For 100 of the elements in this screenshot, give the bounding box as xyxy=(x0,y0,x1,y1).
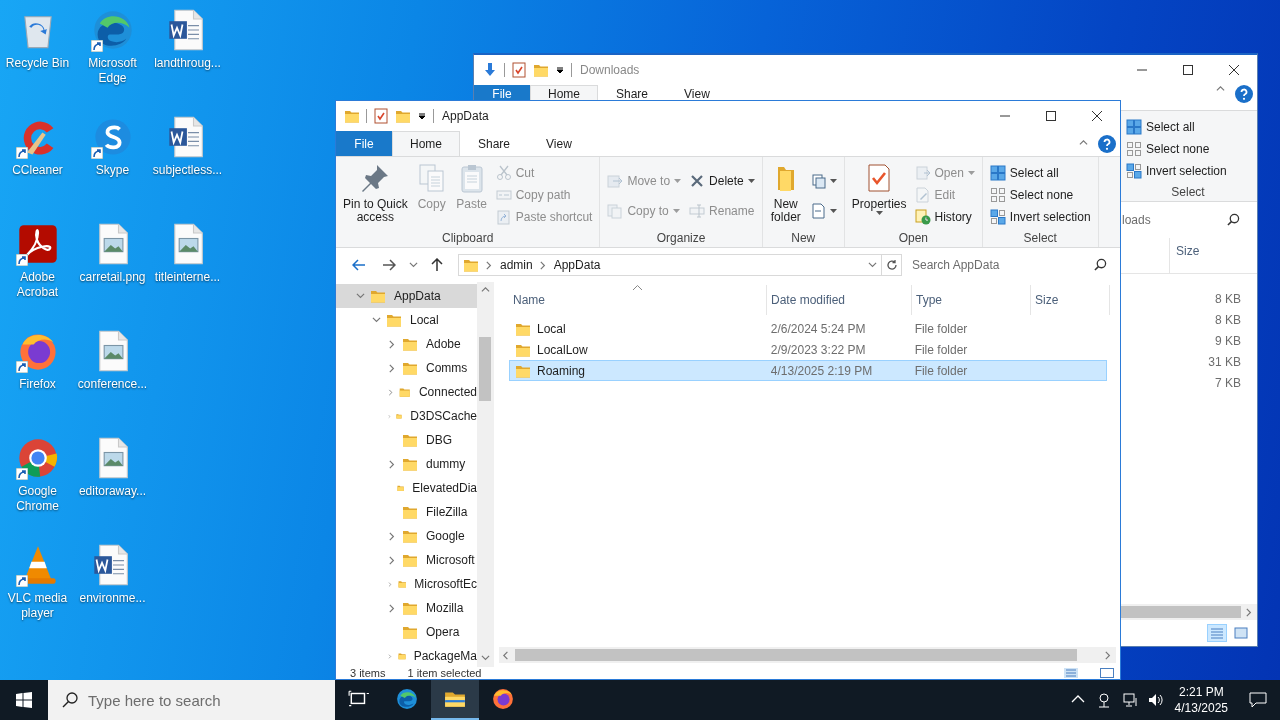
ribbon-button[interactable]: Properties xyxy=(848,160,910,217)
group-label: New xyxy=(790,231,817,247)
tree-item[interactable]: Google xyxy=(336,524,477,548)
clock[interactable]: 2:21 PM 4/13/2025 xyxy=(1166,684,1236,716)
folder-icon xyxy=(402,456,418,472)
forward-arrow-icon xyxy=(382,259,396,271)
tree-item[interactable]: AppData xyxy=(336,284,477,308)
folder-icon xyxy=(370,288,386,304)
ribbon-button[interactable]: Pin to Quick access xyxy=(340,160,411,226)
ribbon-button[interactable]: Delete xyxy=(686,170,758,192)
column-header[interactable]: Size xyxy=(1031,285,1110,315)
icon-label: carretail.png xyxy=(78,270,147,285)
window-title: Downloads xyxy=(580,63,640,77)
tree-item[interactable]: Local xyxy=(336,308,477,332)
folder-icon xyxy=(533,62,549,78)
search-field[interactable]: Search AppData xyxy=(912,254,1114,276)
file-row[interactable]: Roaming 4/13/2025 2:19 PM File folder xyxy=(509,360,1107,381)
tree-item[interactable]: ElevatedDia xyxy=(336,476,477,500)
search-field[interactable]: Type here to search xyxy=(48,680,335,720)
collapse-ribbon-icon xyxy=(1079,139,1088,148)
file-type: File folder xyxy=(914,342,968,357)
chevron-down-icon xyxy=(408,260,418,270)
column-header[interactable]: Name xyxy=(509,285,767,315)
collapse-ribbon-icon xyxy=(1216,85,1225,94)
breadcrumb[interactable]: AppData xyxy=(553,258,601,272)
ribbon-button[interactable]: Invert selection xyxy=(1123,160,1230,182)
icon-label: subjectless... xyxy=(151,163,224,178)
folder-icon xyxy=(395,108,411,124)
column-header[interactable]: Type xyxy=(912,285,1031,315)
breadcrumb-separator-icon xyxy=(485,260,494,270)
folder-icon xyxy=(463,257,479,273)
taskbar-button[interactable] xyxy=(431,680,479,720)
select-all-icon xyxy=(1126,119,1142,135)
ribbon-button[interactable]: History xyxy=(911,206,978,228)
tree-item[interactable]: Adobe xyxy=(336,332,477,356)
ribbon-tab[interactable]: Share xyxy=(460,131,529,156)
breadcrumb-separator-icon xyxy=(538,260,548,270)
tree-item[interactable]: PackageMa xyxy=(336,644,477,667)
help-icon xyxy=(1235,85,1253,103)
refresh-button[interactable] xyxy=(882,254,902,276)
scroll-thumb[interactable] xyxy=(515,649,1077,661)
ribbon-button[interactable]: Select all xyxy=(986,162,1094,184)
search-field[interactable]: loads xyxy=(1120,209,1247,231)
ribbon-button[interactable]: Invert selection xyxy=(986,206,1094,228)
icon-label: conference... xyxy=(76,377,149,392)
breadcrumb[interactable]: admin xyxy=(500,258,533,272)
scroll-thumb[interactable] xyxy=(479,337,491,401)
ribbon-button[interactable]: New folder xyxy=(766,160,805,226)
tree-item[interactable]: MicrosoftEc xyxy=(336,572,477,596)
history-icon xyxy=(914,209,931,225)
tree-item[interactable]: DBG xyxy=(336,428,477,452)
icon-label: Recycle Bin xyxy=(4,56,71,71)
file-row[interactable]: LocalLow 2/9/2023 3:22 PM File folder xyxy=(509,339,1107,360)
icon-label: editoraway... xyxy=(77,484,148,499)
large-icons-view-button[interactable] xyxy=(1231,624,1251,642)
file-name: LocalLow xyxy=(537,342,588,357)
ribbon-button[interactable]: Select none xyxy=(1123,138,1230,160)
ribbon-tab[interactable]: Share xyxy=(598,85,667,102)
tree-item[interactable]: dummy xyxy=(336,452,477,476)
tree-item[interactable]: FileZilla xyxy=(336,500,477,524)
tree-item[interactable]: Comms xyxy=(336,356,477,380)
ribbon-tab[interactable]: View xyxy=(528,131,590,156)
tree-item[interactable]: Opera xyxy=(336,620,477,644)
file-menu-tab[interactable]: File xyxy=(336,131,392,156)
scrollbar[interactable] xyxy=(1120,604,1257,620)
scroll-right-icon xyxy=(1104,650,1113,660)
up-arrow-icon xyxy=(431,258,443,272)
new-item-icon xyxy=(809,173,826,189)
ribbon-button[interactable]: Select none xyxy=(986,184,1094,206)
search-icon xyxy=(1094,258,1107,271)
folder-icon xyxy=(402,600,418,616)
file-row[interactable]: Local 2/6/2024 5:24 PM File folder xyxy=(509,318,1107,339)
folder-icon xyxy=(402,552,418,568)
tree-item[interactable]: Microsoft xyxy=(336,548,477,572)
column-header[interactable]: Date modified xyxy=(767,285,912,315)
column-header[interactable]: Size xyxy=(1169,238,1249,273)
group-label: Select xyxy=(1170,185,1206,201)
tree-item[interactable]: Mozilla xyxy=(336,596,477,620)
scrollbar[interactable] xyxy=(477,282,493,667)
tree-item[interactable]: D3DSCache xyxy=(336,404,477,428)
properties-icon xyxy=(511,62,527,78)
folder-icon xyxy=(402,504,418,520)
thumbnail-view-icon xyxy=(1234,627,1248,639)
ribbon-button[interactable]: Select all xyxy=(1123,116,1230,138)
folder-icon xyxy=(386,312,402,328)
status-text: 3 items xyxy=(350,667,386,679)
ribbon-tab[interactable]: Home xyxy=(392,131,460,156)
select-all-icon xyxy=(989,165,1006,181)
ribbon-tab[interactable]: View xyxy=(666,85,728,102)
invert-selection-icon xyxy=(1126,163,1142,179)
scrollbar[interactable] xyxy=(499,647,1116,663)
folder-icon xyxy=(402,360,418,376)
dropdown-icon xyxy=(555,65,565,75)
tree-item[interactable]: Connected xyxy=(336,380,477,404)
group-label: Clipboard xyxy=(441,231,495,247)
file-name: Roaming xyxy=(537,363,586,378)
icon-label: CCleaner xyxy=(11,163,64,178)
address-bar[interactable]: admin AppData xyxy=(458,254,882,276)
scroll-thumb[interactable] xyxy=(1120,606,1241,618)
close-icon xyxy=(1092,111,1102,121)
